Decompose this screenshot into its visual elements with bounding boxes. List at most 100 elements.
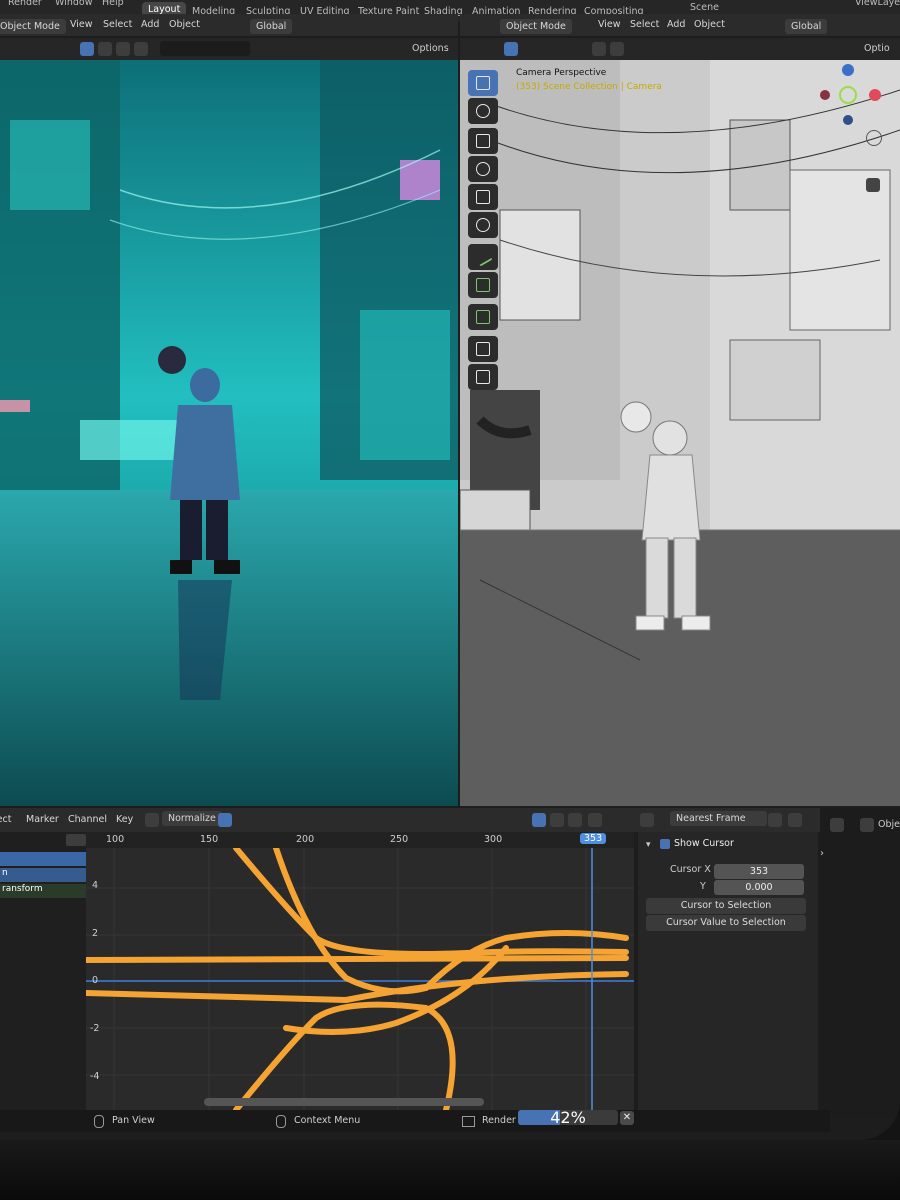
left-menu-select[interactable]: Select xyxy=(103,19,132,30)
transform-icon xyxy=(476,218,490,232)
view-layer-name[interactable]: ViewLaye xyxy=(855,0,900,8)
tool-edit-1[interactable] xyxy=(468,336,498,362)
frame-tick-100: 100 xyxy=(106,834,125,845)
editor-type-icon[interactable] xyxy=(830,818,844,832)
cursor-to-selection-button[interactable]: Cursor to Selection xyxy=(646,898,806,914)
select-box-icon[interactable] xyxy=(80,42,94,56)
rotate-icon xyxy=(476,162,490,176)
left-mode-dropdown[interactable]: Object Mode xyxy=(0,19,66,34)
right-menu-select[interactable]: Select xyxy=(630,19,659,30)
channel-expand-icon[interactable] xyxy=(66,834,86,846)
mouse-right-icon xyxy=(276,1115,286,1128)
search-input[interactable] xyxy=(160,41,250,56)
left-menu-view[interactable]: View xyxy=(70,19,93,30)
tool-scale[interactable] xyxy=(468,184,498,210)
value-tick-neg2: -2 xyxy=(90,1023,100,1034)
channel-row-action[interactable]: n xyxy=(0,868,90,882)
show-hidden-icon[interactable] xyxy=(550,813,564,827)
channel-row-object[interactable] xyxy=(0,852,90,866)
left-options-button[interactable]: Options xyxy=(412,43,449,54)
render-progress-text: 42% xyxy=(550,1110,586,1125)
left-menu-object[interactable]: Object xyxy=(169,19,200,30)
snap-dropdown[interactable]: Nearest Frame xyxy=(670,811,767,826)
menu-render[interactable]: Render xyxy=(8,0,42,8)
cursor-y-field[interactable]: 0.000 xyxy=(714,880,804,895)
menu-window[interactable]: Window xyxy=(55,0,92,8)
scene-name[interactable]: Scene xyxy=(690,2,719,13)
right-menu-add[interactable]: Add xyxy=(667,19,685,30)
right-orientation-dropdown[interactable]: Global xyxy=(785,19,828,34)
rendered-viewport[interactable] xyxy=(0,60,458,806)
graph-menu-key[interactable]: Key xyxy=(116,814,133,825)
tool-measure[interactable] xyxy=(468,272,498,298)
mode-extend-icon[interactable] xyxy=(98,42,112,56)
right-menu-view[interactable]: View xyxy=(598,19,621,30)
only-selected-icon[interactable] xyxy=(532,813,546,827)
view-properties-panel: ▾ Show Cursor Cursor X 353 Y 0.000 Curso… xyxy=(638,832,818,1117)
tool-edit-2[interactable] xyxy=(468,364,498,390)
normalize-icon[interactable] xyxy=(145,813,159,827)
cancel-render-icon[interactable]: ✕ xyxy=(620,1111,634,1125)
frame-ruler[interactable]: 100 150 200 250 300 353 xyxy=(86,832,634,848)
viewport-gizmo-icon[interactable] xyxy=(592,42,606,56)
scale-icon xyxy=(476,190,490,204)
tool-rotate[interactable] xyxy=(468,156,498,182)
show-cursor-label: Show Cursor xyxy=(674,838,734,849)
expand-arrow-icon[interactable]: › xyxy=(820,848,824,859)
overlay-icon[interactable] xyxy=(610,42,624,56)
3d-cursor-icon xyxy=(476,104,490,118)
select-box-icon[interactable] xyxy=(504,42,518,56)
left-menu-add[interactable]: Add xyxy=(141,19,159,30)
normalize-toggle[interactable]: Normalize xyxy=(162,811,222,826)
value-tick-4: 4 xyxy=(92,880,99,891)
right-menu-object[interactable]: Object xyxy=(694,19,725,30)
falloff-icon[interactable] xyxy=(788,813,802,827)
mode-subtract-icon[interactable] xyxy=(116,42,130,56)
graph-menu-channel[interactable]: Channel xyxy=(68,814,107,825)
right-mode-dropdown[interactable]: Object Mode xyxy=(500,19,572,34)
tool-add-cube[interactable] xyxy=(468,304,498,330)
menu-help[interactable]: Help xyxy=(102,0,124,8)
right-options-button[interactable]: Optio xyxy=(864,43,890,54)
navigation-gizmo[interactable] xyxy=(820,60,890,130)
object-tab-label[interactable]: Obje xyxy=(878,819,900,830)
errors-icon[interactable] xyxy=(568,813,582,827)
tool-cursor[interactable] xyxy=(468,98,498,124)
measure-icon xyxy=(476,278,490,292)
cursor-value-to-selection-button[interactable]: Cursor Value to Selection xyxy=(646,915,806,931)
render-progress-bar: 42% xyxy=(518,1110,618,1125)
blender-window: Render Window Help Layout Modeling Sculp… xyxy=(0,0,900,1140)
pan-hand-icon[interactable] xyxy=(866,154,880,168)
tool-annotate[interactable] xyxy=(468,244,498,270)
status-bar: Pan View Context Menu Render xyxy=(0,1110,830,1132)
object-props-icon[interactable] xyxy=(860,818,874,832)
cursor-x-field[interactable]: 353 xyxy=(714,864,804,879)
collapse-chevron-icon[interactable]: ▾ xyxy=(646,840,656,850)
filter-icon[interactable] xyxy=(588,813,602,827)
proportional-edit-icon[interactable] xyxy=(768,813,782,827)
frame-tick-200: 200 xyxy=(296,834,315,845)
current-frame-indicator[interactable]: 353 xyxy=(580,833,607,844)
graph-editor-header: lect Marker Channel Key Normalize Neares… xyxy=(0,808,820,832)
show-cursor-checkbox[interactable] xyxy=(660,839,670,849)
status-render-label: Render xyxy=(482,1115,516,1126)
tool-move[interactable] xyxy=(468,128,498,154)
render-image xyxy=(0,60,458,806)
camera-perspective-label: Camera Perspective xyxy=(516,68,607,78)
solid-viewport[interactable] xyxy=(460,60,900,806)
auto-refresh-icon[interactable] xyxy=(218,813,232,827)
zoom-icon[interactable] xyxy=(866,130,882,146)
annotate-icon xyxy=(473,247,493,267)
tool-select[interactable] xyxy=(468,70,498,96)
graph-menu-select[interactable]: lect xyxy=(0,814,11,825)
left-orientation-dropdown[interactable]: Global xyxy=(250,19,293,34)
tool-transform[interactable] xyxy=(468,212,498,238)
pivot-icon[interactable] xyxy=(640,813,654,827)
graph-menu-marker[interactable]: Marker xyxy=(26,814,59,825)
channel-row-transform[interactable]: ransform xyxy=(0,884,90,898)
mode-invert-icon[interactable] xyxy=(134,42,148,56)
status-pan-view: Pan View xyxy=(112,1115,155,1126)
graph-area[interactable] xyxy=(86,848,634,1110)
camera-view-icon[interactable] xyxy=(866,178,880,192)
cursor-x-label: Cursor X xyxy=(670,864,711,875)
